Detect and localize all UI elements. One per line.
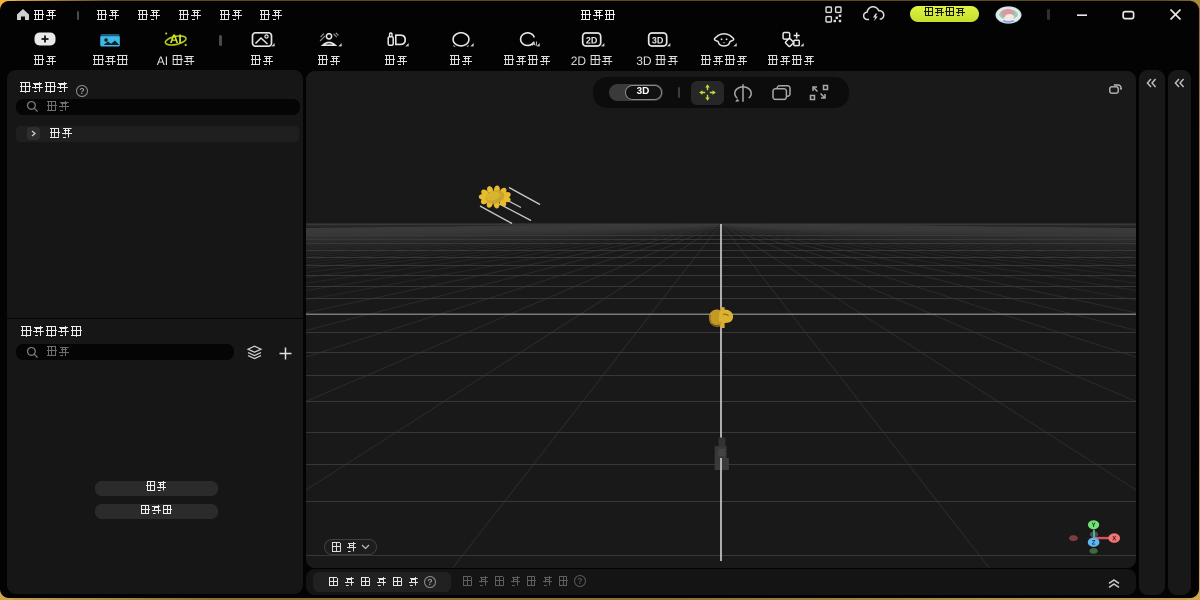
- svg-text:Y: Y: [1092, 523, 1096, 529]
- svg-text:X: X: [1112, 536, 1116, 542]
- svg-text:2D: 2D: [586, 35, 598, 45]
- svg-text:3D: 3D: [652, 35, 664, 45]
- svg-text:Z: Z: [1092, 540, 1096, 546]
- svg-text:AI: AI: [170, 32, 182, 46]
